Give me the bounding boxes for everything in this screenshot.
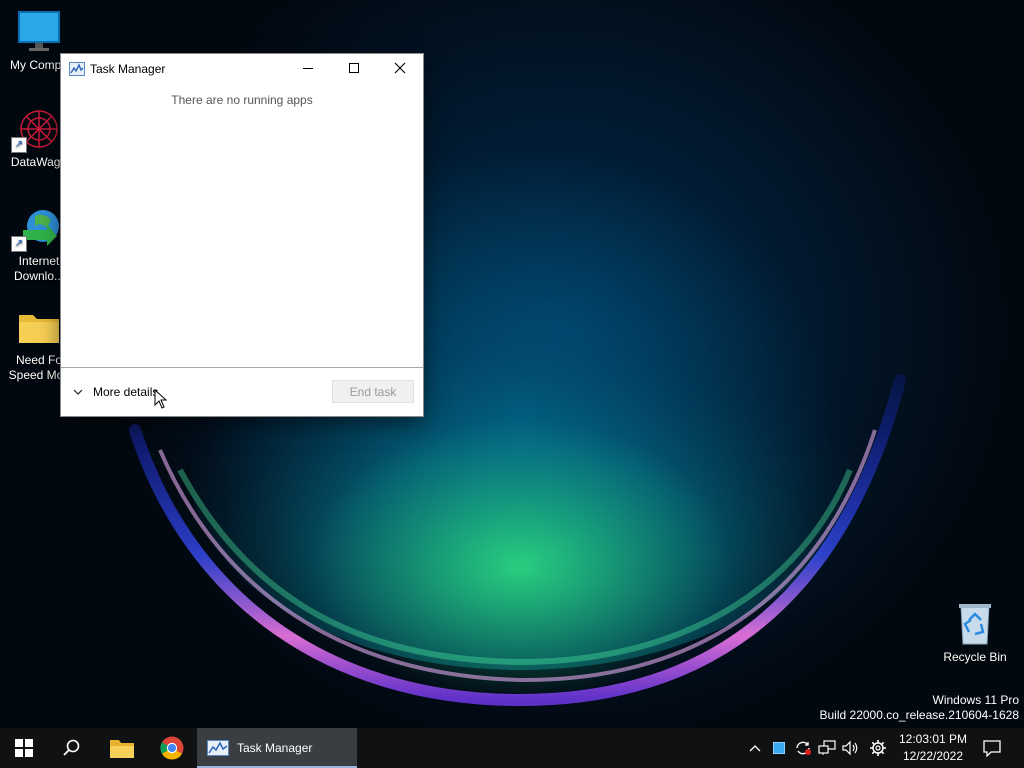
monitor-icon <box>17 10 61 54</box>
clock[interactable]: 12:03:01 PM 12/22/2022 <box>890 731 976 765</box>
settings-gear-icon <box>870 740 886 756</box>
sync-tray-button[interactable] <box>792 728 814 768</box>
minimize-button[interactable] <box>285 54 331 82</box>
more-details-label: More details <box>93 385 159 399</box>
show-hidden-icons-button[interactable] <box>744 728 766 768</box>
blue-square-icon <box>773 742 785 754</box>
maximize-icon <box>349 63 359 73</box>
settings-tray-button[interactable] <box>866 728 890 768</box>
title-bar[interactable]: Task Manager <box>61 54 423 82</box>
taskbar-item-label: Task Manager <box>237 741 313 755</box>
window-title: Task Manager <box>90 62 166 76</box>
close-icon <box>394 62 406 74</box>
watermark-build: Build 22000.co_release.210604-1628 <box>819 708 1020 722</box>
clock-time: 12:03:01 PM <box>898 732 968 746</box>
desktop-icon-label: Recycle Bin <box>943 650 1007 664</box>
folder-icon <box>17 305 61 349</box>
desktop: My Compu ↗ DataWago ↗ Internet Downlo...… <box>0 0 1024 728</box>
notification-icon <box>983 739 1001 757</box>
network-icon <box>818 740 836 755</box>
search-button[interactable] <box>52 728 92 768</box>
volume-icon <box>842 740 858 756</box>
mouse-cursor-icon <box>154 389 168 409</box>
task-manager-app-icon <box>207 740 229 756</box>
file-explorer-button[interactable] <box>102 728 142 768</box>
chevron-down-icon <box>73 389 83 395</box>
recycle-bin-icon <box>953 602 997 646</box>
datawagon-icon: ↗ <box>11 107 61 153</box>
minimize-icon <box>303 68 313 69</box>
watermark-edition: Windows 11 Pro <box>932 693 1019 707</box>
start-icon <box>15 739 33 757</box>
close-button[interactable] <box>377 54 423 82</box>
desktop-icon-recycle-bin[interactable]: Recycle Bin <box>936 602 1014 665</box>
chrome-icon <box>160 736 184 760</box>
start-button[interactable] <box>4 728 44 768</box>
chevron-up-icon <box>749 745 761 752</box>
shortcut-arrow-icon: ↗ <box>11 137 27 153</box>
taskbar-task-manager-button[interactable]: Task Manager <box>197 728 357 768</box>
tray-app-button[interactable] <box>768 728 790 768</box>
end-task-button[interactable]: End task <box>332 380 414 403</box>
more-details-button[interactable]: More details <box>73 385 158 399</box>
window-footer: More details End task <box>61 367 423 416</box>
internet-download-manager-icon: ↗ <box>11 206 61 252</box>
taskbar: Task Manager 12:03:01 PM 12/22/2022 <box>0 728 1024 768</box>
maximize-button[interactable] <box>331 54 377 82</box>
shortcut-arrow-icon: ↗ <box>11 236 27 252</box>
task-manager-window[interactable]: Task Manager There are no running apps M… <box>60 53 424 417</box>
search-icon <box>63 739 80 756</box>
windows-watermark: Windows 11 Pro Build 22000.co_release.21… <box>820 693 1020 723</box>
notification-center-button[interactable] <box>980 728 1004 768</box>
file-explorer-icon <box>110 740 134 758</box>
network-tray-button[interactable] <box>816 728 838 768</box>
volume-tray-button[interactable] <box>840 728 862 768</box>
sync-icon <box>796 741 811 755</box>
no-running-apps-message: There are no running apps <box>171 93 313 107</box>
chrome-button[interactable] <box>152 728 192 768</box>
clock-date: 12/22/2022 <box>902 749 964 763</box>
task-manager-app-icon <box>69 62 85 79</box>
